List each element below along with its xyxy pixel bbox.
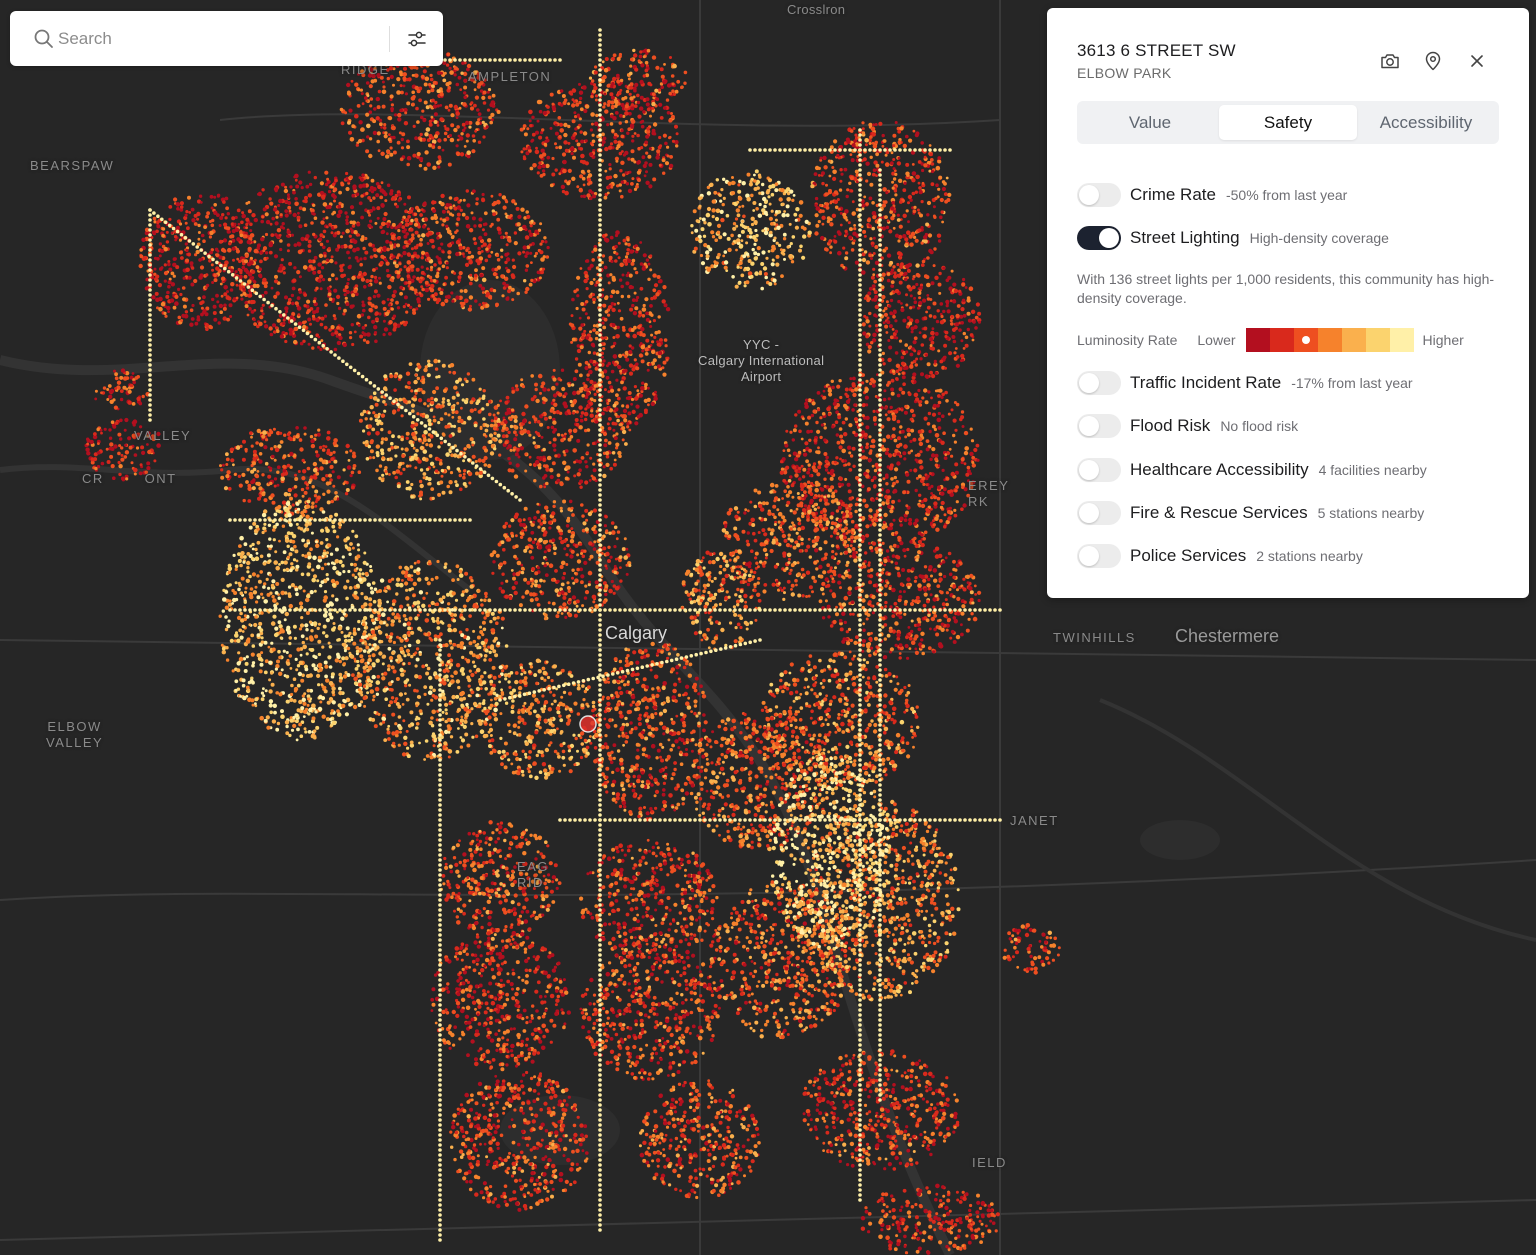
- luminosity-legend: Luminosity Rate Lower Higher: [1077, 328, 1464, 352]
- layer-label: Healthcare Accessibility: [1130, 460, 1309, 479]
- fire-rescue-toggle[interactable]: [1077, 501, 1121, 525]
- current-level-marker: [1301, 336, 1310, 344]
- place-label-crosslron: Crosslron: [787, 2, 846, 17]
- layer-sub: -50% from last year: [1225, 187, 1348, 203]
- search-divider: [389, 26, 390, 52]
- luminosity-swatch: [1269, 328, 1294, 352]
- place-label-erey-rk: EREY RK: [968, 478, 1010, 509]
- luminosity-swatch: [1389, 328, 1414, 352]
- map-pin-icon: [1425, 51, 1441, 71]
- luminosity-higher-label: Higher: [1422, 332, 1464, 348]
- search-input[interactable]: [58, 23, 388, 54]
- layer-row-street-lighting: Street Lighting High-density coverage: [1077, 225, 1389, 251]
- healthcare-toggle[interactable]: [1077, 458, 1121, 482]
- place-label-bearspaw: BEARSPAW: [30, 158, 115, 173]
- layer-row-traffic-incident: Traffic Incident Rate -17% from last yea…: [1077, 370, 1413, 396]
- community-name: ELBOW PARK: [1077, 65, 1172, 81]
- layer-sub: No flood risk: [1220, 418, 1299, 434]
- camera-icon: [1381, 54, 1399, 69]
- luminosity-swatch: [1245, 328, 1270, 352]
- layer-label: Flood Risk: [1130, 416, 1211, 435]
- tab-accessibility[interactable]: Accessibility: [1357, 105, 1495, 140]
- layer-sub: 2 stations nearby: [1256, 548, 1363, 564]
- place-label-ampleton: AMPLETON: [468, 69, 552, 84]
- close-button[interactable]: [1464, 48, 1490, 74]
- place-label-valley: VALLEY: [134, 428, 192, 443]
- category-tabs: Value Safety Accessibility: [1077, 101, 1499, 144]
- map-road: [0, 639, 1536, 661]
- filter-button[interactable]: [402, 25, 432, 53]
- search-bar: [10, 11, 443, 66]
- traffic-incident-toggle[interactable]: [1077, 371, 1121, 395]
- locate-button[interactable]: [1420, 48, 1446, 74]
- layer-label: Traffic Incident Rate: [1130, 373, 1282, 392]
- place-label-elbow-valley: ELBOW VALLEY: [46, 719, 104, 750]
- layer-row-crime-rate: Crime Rate -50% from last year: [1077, 182, 1347, 208]
- place-label-calgary: Calgary: [605, 623, 668, 643]
- place-label-chestermere: Chestermere: [1175, 626, 1280, 646]
- layer-sub: 4 facilities nearby: [1318, 462, 1427, 478]
- place-label-eag-rid: EAG RID: [517, 859, 549, 890]
- sliders-icon: [408, 31, 426, 47]
- flood-risk-toggle[interactable]: [1077, 414, 1121, 438]
- property-panel: 3613 6 STREET SW ELBOW PARK Value Safety…: [1047, 8, 1529, 598]
- street-lighting-description: With 136 street lights per 1,000 residen…: [1077, 271, 1495, 306]
- map-road: [1099, 698, 1536, 942]
- map-road: [0, 1199, 1536, 1241]
- search-icon: [34, 29, 53, 48]
- luminosity-lower-label: Lower: [1197, 332, 1236, 348]
- property-address: 3613 6 STREET SW: [1077, 41, 1236, 60]
- place-label-ield: IELD: [972, 1155, 1007, 1170]
- crime-rate-toggle[interactable]: [1077, 183, 1121, 207]
- layer-row-flood-risk: Flood Risk No flood risk: [1077, 413, 1298, 439]
- luminosity-color-scale: [1245, 328, 1414, 352]
- layer-label: Police Services: [1130, 546, 1247, 565]
- place-label-janet: JANET: [1010, 813, 1059, 828]
- camera-button[interactable]: [1377, 48, 1403, 74]
- place-label-twinhills: TWINHILLS: [1053, 630, 1136, 645]
- luminosity-swatch: [1341, 328, 1366, 352]
- layer-row-healthcare: Healthcare Accessibility 4 facilities ne…: [1077, 457, 1427, 483]
- selected-property-marker[interactable]: [579, 715, 597, 733]
- street-light-dots: [84, 28, 1061, 1255]
- place-label-airport: YYC - Calgary International Airport: [698, 337, 825, 384]
- layer-row-fire-rescue: Fire & Rescue Services 5 stations nearby: [1077, 500, 1424, 526]
- close-icon: [1471, 55, 1483, 67]
- map-road: [0, 859, 1536, 901]
- tab-value[interactable]: Value: [1081, 105, 1219, 140]
- layer-label: Street Lighting: [1130, 228, 1240, 247]
- luminosity-title: Luminosity Rate: [1077, 332, 1178, 348]
- layer-sub: -17% from last year: [1291, 375, 1413, 391]
- luminosity-swatch: [1293, 328, 1318, 352]
- luminosity-swatch: [1365, 328, 1390, 352]
- luminosity-swatch: [1317, 328, 1342, 352]
- layer-row-police: Police Services 2 stations nearby: [1077, 543, 1363, 569]
- tab-safety[interactable]: Safety: [1219, 105, 1357, 140]
- layer-sub: 5 stations nearby: [1317, 505, 1425, 521]
- layer-label: Crime Rate: [1130, 185, 1216, 204]
- layer-sub: High-density coverage: [1249, 230, 1389, 246]
- map-lake: [1140, 820, 1220, 860]
- layer-label: Fire & Rescue Services: [1130, 503, 1308, 522]
- street-lighting-toggle[interactable]: [1077, 226, 1121, 250]
- police-toggle[interactable]: [1077, 544, 1121, 568]
- place-label-cr-ont: CR ONT: [82, 471, 177, 486]
